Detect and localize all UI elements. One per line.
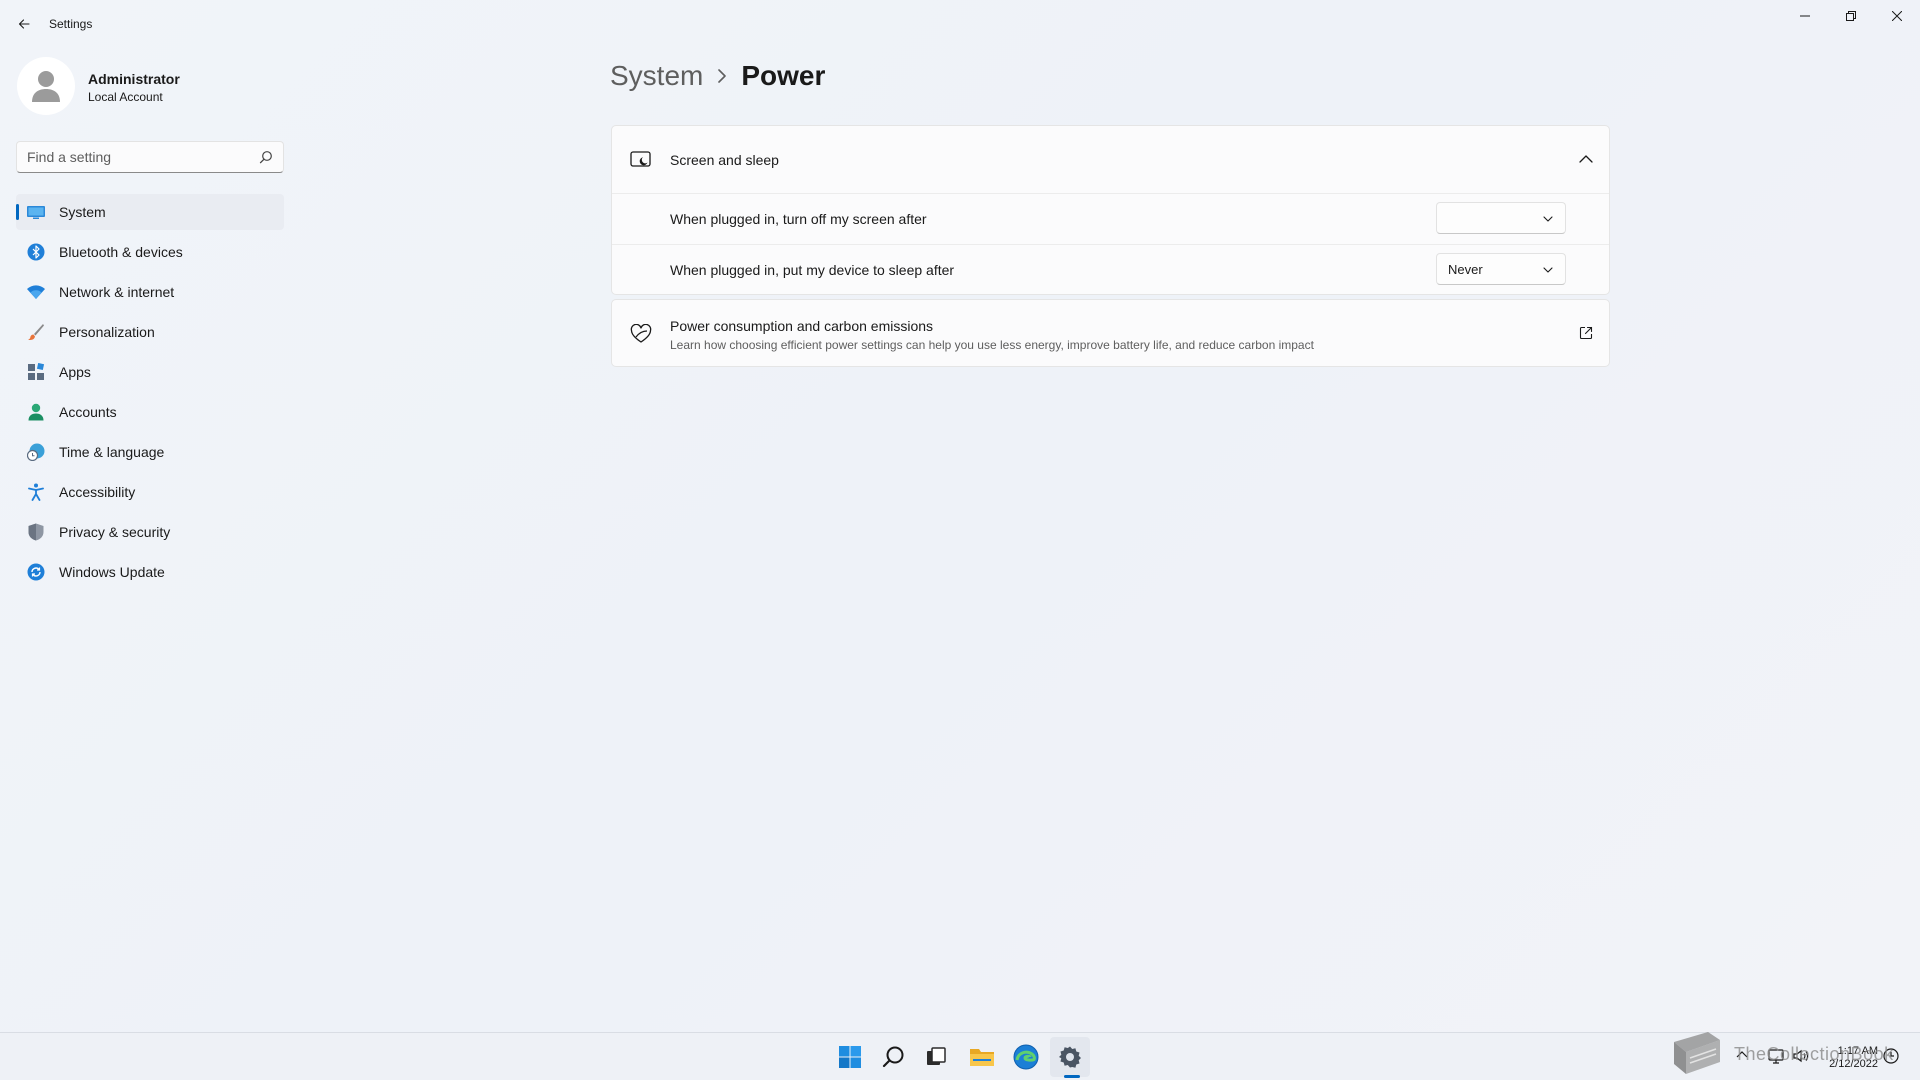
settings-icon (1059, 1046, 1081, 1068)
leaf-heart-icon (630, 324, 652, 343)
sidebar-item-apps[interactable]: Apps (16, 354, 284, 390)
chevron-up-icon[interactable] (1579, 154, 1593, 164)
file-explorer-icon (970, 1049, 994, 1066)
sidebar-item-label: Time & language (59, 444, 165, 460)
back-button[interactable] (10, 12, 38, 36)
active-app-indicator (1064, 1075, 1080, 1078)
edge-icon (1013, 1044, 1039, 1070)
sidebar-item-accessibility[interactable]: Accessibility (16, 474, 284, 510)
screen-sleep-icon (630, 151, 651, 167)
avatar (17, 57, 75, 115)
chevron-down-icon (1543, 216, 1553, 222)
taskbar-search-button[interactable] (874, 1037, 914, 1077)
sidebar-item-label: System (59, 204, 106, 220)
screen-off-row: When plugged in, turn off my screen afte… (612, 194, 1609, 245)
sleep-dropdown[interactable]: Never (1436, 253, 1566, 285)
watermark-text: TheCollectionBook (1734, 1044, 1894, 1064)
sidebar-item-windows-update[interactable]: Windows Update (16, 554, 284, 590)
sidebar-item-label: Privacy & security (59, 524, 171, 540)
sidebar-nav: System Bluetooth & devices Network & int… (16, 194, 284, 594)
sleep-row: When plugged in, put my device to sleep … (612, 245, 1609, 296)
sidebar-item-network[interactable]: Network & internet (16, 274, 284, 310)
search-icon (259, 151, 272, 164)
file-explorer-button[interactable] (962, 1037, 1002, 1077)
screen-off-label: When plugged in, turn off my screen afte… (670, 211, 927, 227)
dropdown-value: Never (1448, 262, 1483, 277)
external-link-icon[interactable] (1579, 326, 1593, 340)
sidebar-item-label: Accessibility (59, 484, 136, 500)
accounts-icon (26, 402, 46, 422)
search-input[interactable] (27, 142, 247, 172)
chevron-right-icon (717, 69, 727, 83)
taskbar: 1:17 AM 2/12/2022 (0, 1032, 1920, 1080)
minimize-icon (1800, 15, 1810, 17)
screen-off-dropdown[interactable] (1436, 202, 1566, 234)
account-type: Local Account (88, 90, 163, 104)
sidebar-item-personalization[interactable]: Personalization (16, 314, 284, 350)
windows-logo-icon (839, 1046, 861, 1068)
title-bar: Settings (0, 0, 1920, 48)
sidebar-item-label: Network & internet (59, 284, 175, 300)
minimize-button[interactable] (1782, 0, 1828, 32)
system-icon (26, 202, 46, 222)
user-profile[interactable]: Administrator Local Account (17, 57, 287, 117)
sidebar-item-label: Personalization (59, 324, 155, 340)
book-watermark-icon (1674, 1032, 1720, 1074)
user-name: Administrator (88, 71, 180, 87)
power-consumption-description: Learn how choosing efficient power setti… (670, 338, 1314, 352)
sidebar-item-accounts[interactable]: Accounts (16, 394, 284, 430)
search-box (16, 141, 284, 173)
screen-sleep-header[interactable]: Screen and sleep (612, 126, 1609, 194)
restore-icon (1846, 11, 1856, 21)
shield-icon (26, 522, 46, 542)
power-consumption-title: Power consumption and carbon emissions (670, 318, 934, 334)
breadcrumb-parent[interactable]: System (610, 60, 703, 92)
close-button[interactable] (1874, 0, 1920, 32)
user-avatar-icon (32, 71, 60, 102)
sidebar-item-label: Windows Update (59, 564, 165, 580)
search-icon (882, 1046, 904, 1068)
bluetooth-icon (26, 242, 46, 262)
edge-button[interactable] (1006, 1037, 1046, 1077)
page-title: Power (741, 60, 826, 91)
settings-window: Settings Administrator Local Account Fin… (0, 0, 1920, 1032)
task-view-icon (927, 1047, 946, 1065)
task-view-button[interactable] (916, 1037, 956, 1077)
settings-taskbar-button[interactable] (1050, 1037, 1090, 1077)
screen-sleep-card: Screen and sleep When plugged in, turn o… (611, 125, 1610, 295)
sidebar-item-label: Bluetooth & devices (59, 244, 183, 260)
sleep-label: When plugged in, put my device to sleep … (670, 262, 955, 278)
app-title: Settings (49, 17, 93, 31)
sidebar-item-label: Apps (59, 364, 91, 380)
power-consumption-card[interactable]: Power consumption and carbon emissions L… (611, 299, 1610, 367)
sidebar-item-privacy[interactable]: Privacy & security (16, 514, 284, 550)
globe-clock-icon (26, 442, 46, 462)
breadcrumb: System Power (610, 56, 825, 96)
sidebar-item-label: Accounts (59, 404, 117, 420)
screen-sleep-title: Screen and sleep (670, 152, 779, 168)
sidebar-item-system[interactable]: System (16, 194, 284, 230)
brush-icon (26, 322, 46, 342)
restore-button[interactable] (1828, 0, 1874, 32)
sidebar-item-time-language[interactable]: Time & language (16, 434, 284, 470)
back-arrow-icon (18, 19, 30, 29)
accessibility-icon (26, 482, 46, 502)
update-icon (26, 562, 46, 582)
close-icon (1892, 11, 1902, 21)
apps-icon (26, 362, 46, 382)
wifi-icon (26, 282, 46, 302)
sidebar-item-bluetooth[interactable]: Bluetooth & devices (16, 234, 284, 270)
start-button[interactable] (830, 1037, 870, 1077)
chevron-down-icon (1543, 267, 1553, 273)
